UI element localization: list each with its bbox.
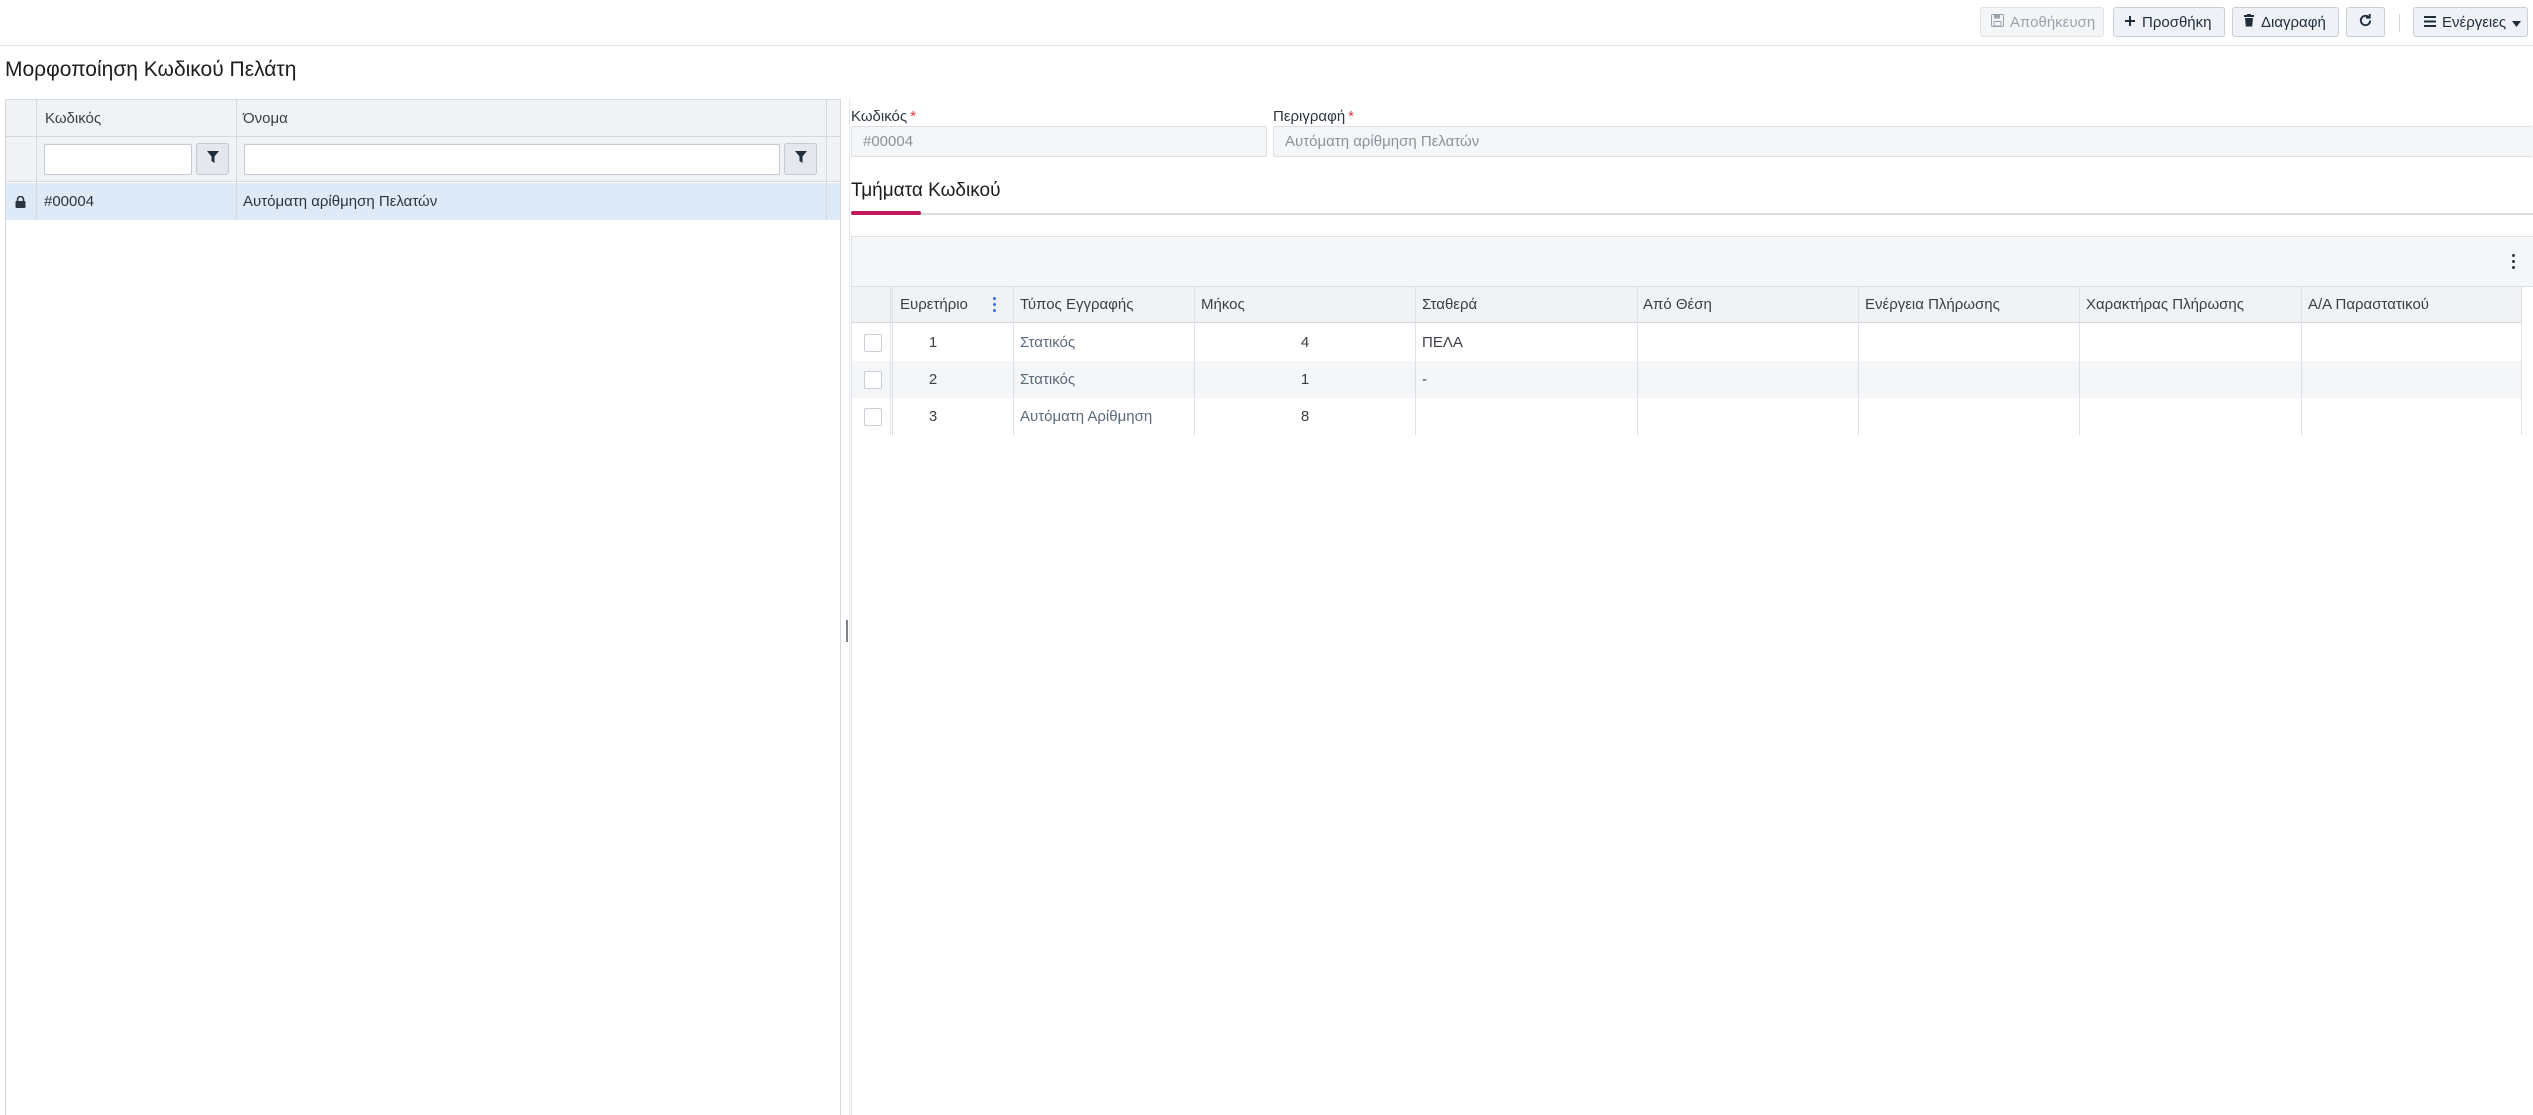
actions-dropdown[interactable]: Ενέργειες bbox=[2413, 7, 2528, 37]
name-filter-button[interactable] bbox=[784, 143, 817, 175]
list-item[interactable]: #00004 Αυτόματη αρίθμηση Πελατών bbox=[6, 183, 840, 220]
save-label: Αποθήκευση bbox=[2010, 13, 2096, 31]
cell-type: Στατικός bbox=[1020, 371, 1076, 388]
table-row[interactable]: 3 Αυτόματη Αρίθμηση 8 bbox=[852, 398, 2521, 435]
segments-grid: Ευρετήριο Τύπος Εγγραφής Μήκος Σταθερά Α… bbox=[851, 236, 2533, 1115]
tab-active-indicator bbox=[851, 211, 921, 215]
column-header-from-position[interactable]: Από Θέση bbox=[1643, 296, 1712, 313]
description-field[interactable]: Αυτόματη αρίθμηση Πελατών bbox=[1273, 126, 2533, 157]
column-divider bbox=[826, 100, 827, 220]
column-divider bbox=[1415, 287, 1416, 435]
column-divider bbox=[890, 287, 891, 435]
code-format-list: Κωδικός Όνομα #00004 Αυτόματη αρίθμηση Π… bbox=[5, 99, 841, 1115]
list-header: Κωδικός Όνομα bbox=[6, 100, 840, 137]
column-header-index[interactable]: Ευρετήριο bbox=[900, 296, 968, 313]
column-divider bbox=[236, 100, 237, 220]
page-title: Μορφοποίηση Κωδικού Πελάτη bbox=[5, 58, 297, 81]
row-checkbox[interactable] bbox=[864, 371, 882, 389]
floppy-icon bbox=[1991, 14, 2004, 30]
list-item-name: Αυτόματη αρίθμηση Πελατών bbox=[243, 193, 438, 210]
toolbar-separator bbox=[2399, 14, 2400, 32]
row-checkbox[interactable] bbox=[864, 408, 882, 426]
cell-length: 4 bbox=[1300, 334, 1310, 351]
cell-constant: - bbox=[1422, 371, 1427, 388]
cell-type: Αυτόματη Αρίθμηση bbox=[1020, 408, 1153, 425]
trash-icon bbox=[2243, 14, 2255, 30]
grid-more-icon[interactable] bbox=[2512, 254, 2516, 269]
add-label: Προσθήκη bbox=[2142, 13, 2212, 31]
cell-length: 1 bbox=[1300, 371, 1310, 388]
actions-label: Ενέργειες bbox=[2442, 13, 2507, 31]
column-header-constant[interactable]: Σταθερά bbox=[1422, 296, 1477, 313]
column-divider bbox=[2301, 287, 2302, 435]
column-header-code[interactable]: Κωδικός bbox=[45, 110, 101, 127]
code-filter-input[interactable] bbox=[44, 144, 192, 175]
column-divider bbox=[1858, 287, 1859, 435]
refresh-icon bbox=[2358, 13, 2373, 31]
table-row[interactable]: 1 Στατικός 4 ΠΕΛΑ bbox=[852, 324, 2521, 361]
filter-row bbox=[6, 137, 840, 182]
list-item-code: #00004 bbox=[44, 193, 95, 210]
column-divider bbox=[2079, 287, 2080, 435]
lock-icon bbox=[15, 195, 26, 213]
code-filter-button[interactable] bbox=[196, 143, 229, 175]
column-header-name[interactable]: Όνομα bbox=[243, 110, 288, 127]
required-mark: * bbox=[910, 108, 916, 125]
cell-index: 1 bbox=[928, 334, 938, 351]
column-divider bbox=[1194, 287, 1195, 435]
column-divider bbox=[1637, 287, 1638, 435]
menu-icon bbox=[2424, 15, 2436, 30]
delete-button[interactable]: Διαγραφή bbox=[2232, 7, 2339, 37]
table-row[interactable]: 2 Στατικός 1 - bbox=[852, 361, 2521, 398]
refresh-button[interactable] bbox=[2346, 7, 2385, 37]
required-mark: * bbox=[1348, 108, 1355, 125]
column-divider bbox=[36, 100, 37, 220]
code-label: Κωδικός * bbox=[851, 108, 916, 125]
filter-icon bbox=[794, 150, 807, 168]
row-checkbox[interactable] bbox=[864, 334, 882, 352]
tab-underline bbox=[851, 213, 2533, 215]
column-divider bbox=[1013, 287, 1014, 435]
cell-constant: ΠΕΛΑ bbox=[1422, 334, 1463, 351]
cell-length: 8 bbox=[1300, 408, 1310, 425]
cell-type: Στατικός bbox=[1020, 334, 1076, 351]
column-divider bbox=[892, 287, 893, 435]
description-label: Περιγραφή * bbox=[1273, 108, 1355, 125]
column-header-fill-action[interactable]: Ενέργεια Πλήρωσης bbox=[1865, 296, 2000, 313]
save-button[interactable]: Αποθήκευση bbox=[1980, 7, 2104, 37]
add-button[interactable]: Προσθήκη bbox=[2113, 7, 2225, 37]
column-header-fill-char[interactable]: Χαρακτήρας Πλήρωσης bbox=[2086, 296, 2244, 313]
panel-divider bbox=[849, 99, 850, 1115]
segments-header: Ευρετήριο Τύπος Εγγραφής Μήκος Σταθερά Α… bbox=[852, 287, 2521, 323]
column-header-length[interactable]: Μήκος bbox=[1201, 296, 1245, 313]
cell-index: 2 bbox=[928, 371, 938, 388]
caret-down-icon bbox=[2512, 15, 2522, 30]
tab-code-segments[interactable]: Τμήματα Κωδικού bbox=[851, 180, 1000, 202]
splitter-handle[interactable] bbox=[846, 620, 848, 642]
cell-index: 3 bbox=[928, 408, 938, 425]
delete-label: Διαγραφή bbox=[2261, 13, 2326, 31]
code-field[interactable]: #00004 bbox=[851, 126, 1267, 157]
column-header-doc-seq[interactable]: Α/Α Παραστατικού bbox=[2308, 296, 2429, 313]
top-toolbar: Αποθήκευση Προσθήκη Διαγραφή Ενέργειες bbox=[0, 0, 2533, 46]
plus-icon bbox=[2124, 15, 2136, 30]
name-filter-input[interactable] bbox=[244, 144, 780, 175]
filter-icon bbox=[206, 150, 219, 168]
column-menu-icon[interactable] bbox=[993, 297, 997, 312]
column-divider bbox=[2521, 287, 2522, 435]
grid-toolbar bbox=[852, 237, 2533, 287]
column-header-type[interactable]: Τύπος Εγγραφής bbox=[1020, 296, 1133, 313]
